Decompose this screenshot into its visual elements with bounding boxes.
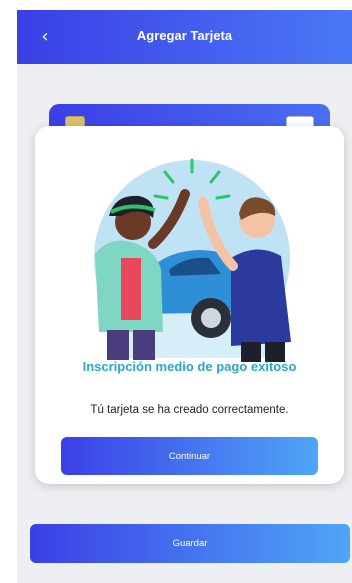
page-title: Agregar Tarjeta <box>136 28 233 43</box>
save-button[interactable]: Guardar <box>30 524 350 563</box>
success-title: Inscripción medio de pago exitoso <box>82 359 297 374</box>
app-screen: ‹ Agregar Tarjeta Inscripción medio de p… <box>17 10 352 583</box>
success-message: Tú tarjeta se ha creado correctamente. <box>90 404 289 416</box>
app-header: ‹ Agregar Tarjeta <box>17 10 352 64</box>
continue-button[interactable]: Continuar <box>61 437 318 475</box>
high-five-illustration <box>94 158 291 362</box>
success-modal: Inscripción medio de pago exitoso Tú tar… <box>35 126 344 484</box>
